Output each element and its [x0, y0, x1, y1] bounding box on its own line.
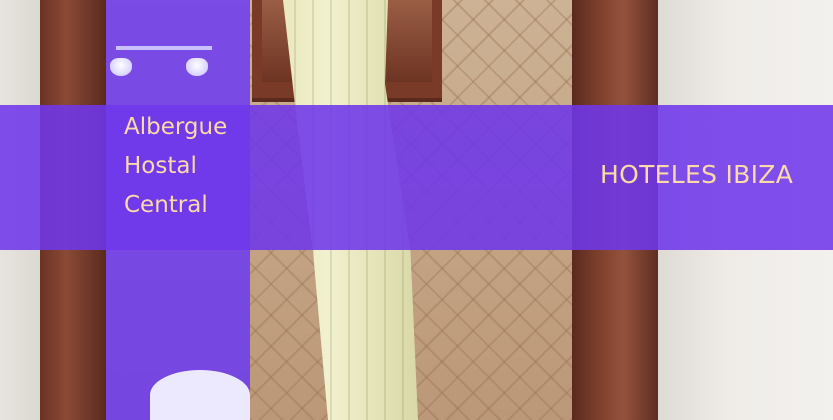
- lamp-icon: [110, 58, 132, 76]
- hotel-name: Albergue Hostal Central: [124, 108, 274, 225]
- brand-label: HOTELES IBIZA: [600, 160, 794, 189]
- lamp-bar: [116, 46, 212, 50]
- hotel-photo-banner: Albergue Hostal Central HOTELES IBIZA: [0, 0, 833, 420]
- hotel-name-line: Albergue: [124, 114, 228, 140]
- sink: [150, 370, 250, 420]
- hotel-name-line: Central: [124, 192, 208, 218]
- lamp-icon: [186, 58, 208, 76]
- hotel-name-line: Hostal: [124, 153, 197, 179]
